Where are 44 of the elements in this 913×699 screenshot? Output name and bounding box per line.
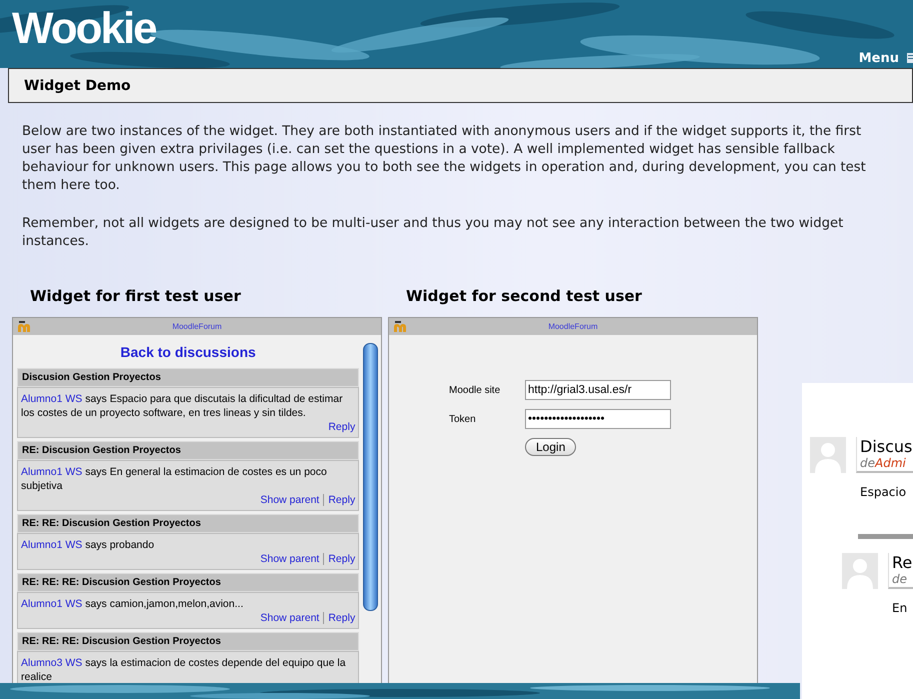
post-text: Alumno1 WS says Espacio para que discutais la dificultad de estimar los costes de un proyecto software, en tres lineas y sin tildes. xyxy=(21,392,344,420)
login-button[interactable]: Login xyxy=(525,438,576,456)
post-text: En xyxy=(892,601,908,615)
post-action-link[interactable]: Reply xyxy=(323,553,356,565)
post-text: Alumno1 WS says camion,jamon,melon,avion... xyxy=(21,597,244,611)
post-title: Discus xyxy=(860,437,913,456)
post-text: Espacio xyxy=(860,485,908,499)
scrollbar-thumb[interactable] xyxy=(363,343,378,611)
post-action-link[interactable]: Reply xyxy=(323,494,356,506)
logo[interactable]: Wookie xyxy=(12,4,156,54)
post-title: RE: RE: RE: Discusion Gestion Proyectos xyxy=(17,632,360,651)
post-title: RE: Discusion Gestion Proyectos xyxy=(17,441,360,460)
post-text: Alumno1 WS says En general la estimacion de costes es un poco subjetiva xyxy=(21,465,328,493)
field-label: Moodle site xyxy=(449,384,502,396)
post-action-link[interactable]: Reply xyxy=(323,612,356,624)
post-text: Alumno1 WS says probando xyxy=(21,538,156,552)
page-title: Widget Demo xyxy=(24,78,131,94)
post-title: Re xyxy=(892,553,913,572)
back-link[interactable]: Back to discussions xyxy=(120,344,256,360)
post-byline: deAdmi xyxy=(860,456,907,470)
avatar-icon xyxy=(842,553,878,589)
widget-title: MoodleForum xyxy=(548,322,598,331)
cap-icon xyxy=(16,320,32,332)
post-action-link[interactable]: Show parent xyxy=(260,494,320,506)
widget-heading: Widget for first test user xyxy=(30,287,242,305)
post-byline: de xyxy=(892,572,908,586)
post-title: RE: RE: RE: Discusion Gestion Proyectos xyxy=(17,573,360,592)
input-field[interactable]: http://grial3.usal.es/r xyxy=(525,380,671,400)
avatar-icon xyxy=(810,437,846,473)
post-action-link[interactable]: Show parent xyxy=(260,553,320,565)
post-action-link[interactable]: Reply xyxy=(328,421,356,433)
paragraph: Remember, not all widgets are designed to be multi-user and thus you may not see any interaction between the two widget instances. xyxy=(22,215,844,251)
menu-link[interactable]: Menu xyxy=(858,51,899,66)
field-label: Token xyxy=(449,414,477,424)
menu-icon[interactable] xyxy=(907,52,913,64)
post-action-link[interactable]: Show parent xyxy=(260,612,320,624)
post-text: Alumno3 WS says la estimacion de costes depende del equipo que la realice xyxy=(21,656,347,684)
cap-icon xyxy=(392,320,408,332)
widget-title: MoodleForum xyxy=(172,322,222,331)
post-title: RE: RE: Discusion Gestion Proyectos xyxy=(17,514,360,533)
widget-heading: Widget for second test user xyxy=(406,287,643,305)
input-field[interactable]: ••••••••••••••••••• xyxy=(525,409,671,429)
paragraph: Below are two instances of the widget. They are both instantiated with anonymous users and if the widget supports it, the first user has been given extra privilages (i.e. can set the questions in a vote). A well implemented widget has sensible fallback behaviour for unknown users. This page allows you to both see the widgets in operation and, during development, you can test them here too. xyxy=(22,123,867,195)
post-title: Discusion Gestion Proyectos xyxy=(17,368,360,387)
